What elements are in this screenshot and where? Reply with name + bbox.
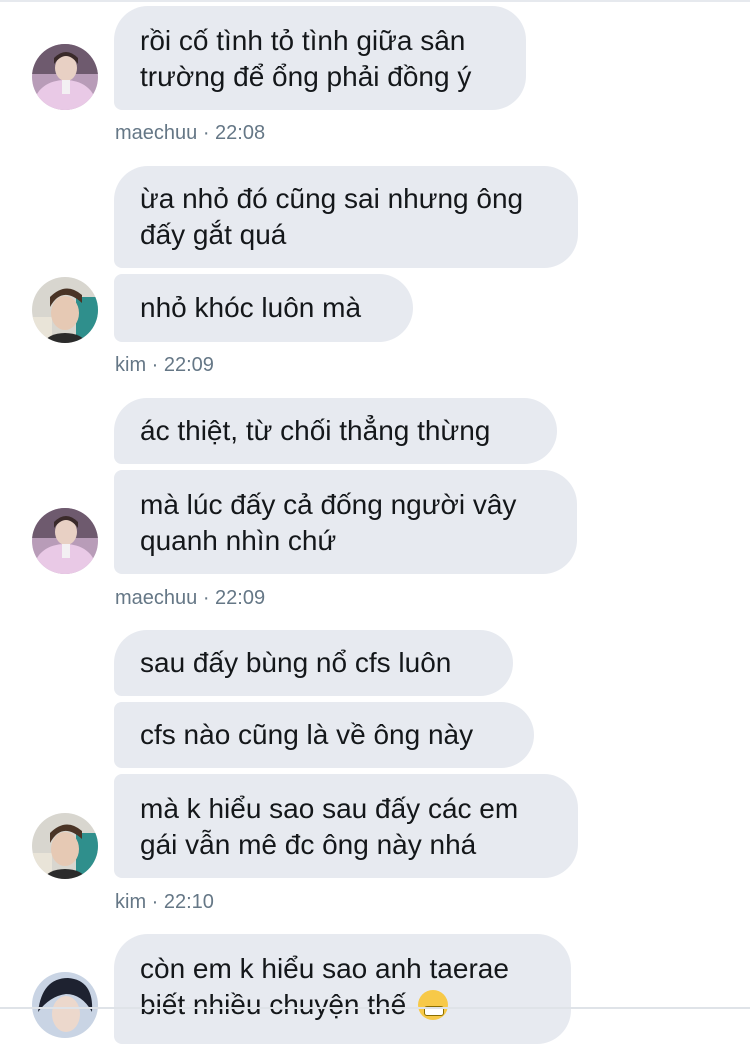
message-line: mà lúc đấy cả đống người vây bbox=[140, 489, 517, 520]
message-line-text: biết nhiều chuyện thế bbox=[140, 989, 407, 1020]
message-line: sau đấy bùng nổ cfs luôn bbox=[140, 647, 452, 678]
message-meta: kim · 22:10 bbox=[115, 891, 214, 913]
message-line: ác thiệt, từ chối thẳng thừng bbox=[140, 415, 491, 446]
message-line: còn em k hiểu sao anh taerae bbox=[140, 953, 509, 984]
message-meta: maechuu · 22:09 bbox=[115, 587, 266, 609]
message-bubble[interactable]: rồi cố tình tỏ tình giữa sân trường để ổ… bbox=[114, 6, 526, 110]
message-line: biết nhiều chuyện thế bbox=[140, 987, 545, 1023]
message-line: đấy gắt quá bbox=[140, 219, 287, 250]
avatar-kim[interactable] bbox=[32, 277, 98, 343]
message-bubble[interactable]: ác thiệt, từ chối thẳng thừng bbox=[114, 398, 557, 464]
message-line: nhỏ khóc luôn mà bbox=[140, 292, 362, 323]
avatar-maechuu[interactable] bbox=[32, 508, 98, 574]
message-line: quanh nhìn chứ bbox=[140, 525, 337, 556]
message-line: cfs nào cũng là về ông này bbox=[140, 719, 474, 750]
top-divider bbox=[0, 0, 750, 2]
message-bubble[interactable]: còn em k hiểu sao anh taerae biết nhiều … bbox=[114, 934, 571, 1044]
avatar-user[interactable] bbox=[32, 972, 98, 1038]
message-bubble[interactable]: ừa nhỏ đó cũng sai nhưng ông đấy gắt quá bbox=[114, 166, 578, 268]
message-bubble[interactable]: sau đấy bùng nổ cfs luôn bbox=[114, 630, 513, 696]
message-line: trường để ổng phải đồng ý bbox=[140, 61, 472, 92]
message-meta: maechuu · 22:08 bbox=[115, 122, 266, 144]
message-line: rồi cố tình tỏ tình giữa sân bbox=[140, 25, 466, 56]
message-bubble[interactable]: mà lúc đấy cả đống người vây quanh nhìn … bbox=[114, 470, 577, 574]
message-bubble[interactable]: nhỏ khóc luôn mà bbox=[114, 274, 413, 342]
avatar-maechuu[interactable] bbox=[32, 44, 98, 110]
message-line: mà k hiểu sao sau đấy các em bbox=[140, 793, 519, 824]
message-bubble[interactable]: cfs nào cũng là về ông này bbox=[114, 702, 534, 768]
message-line: ừa nhỏ đó cũng sai nhưng ông bbox=[140, 183, 524, 214]
message-meta: kim · 22:09 bbox=[115, 354, 214, 376]
message-line: gái vẫn mê đc ông này nhá bbox=[140, 829, 477, 860]
grimacing-face-icon bbox=[418, 990, 448, 1020]
avatar-kim[interactable] bbox=[32, 813, 98, 879]
message-bubble[interactable]: mà k hiểu sao sau đấy các em gái vẫn mê … bbox=[114, 774, 578, 878]
